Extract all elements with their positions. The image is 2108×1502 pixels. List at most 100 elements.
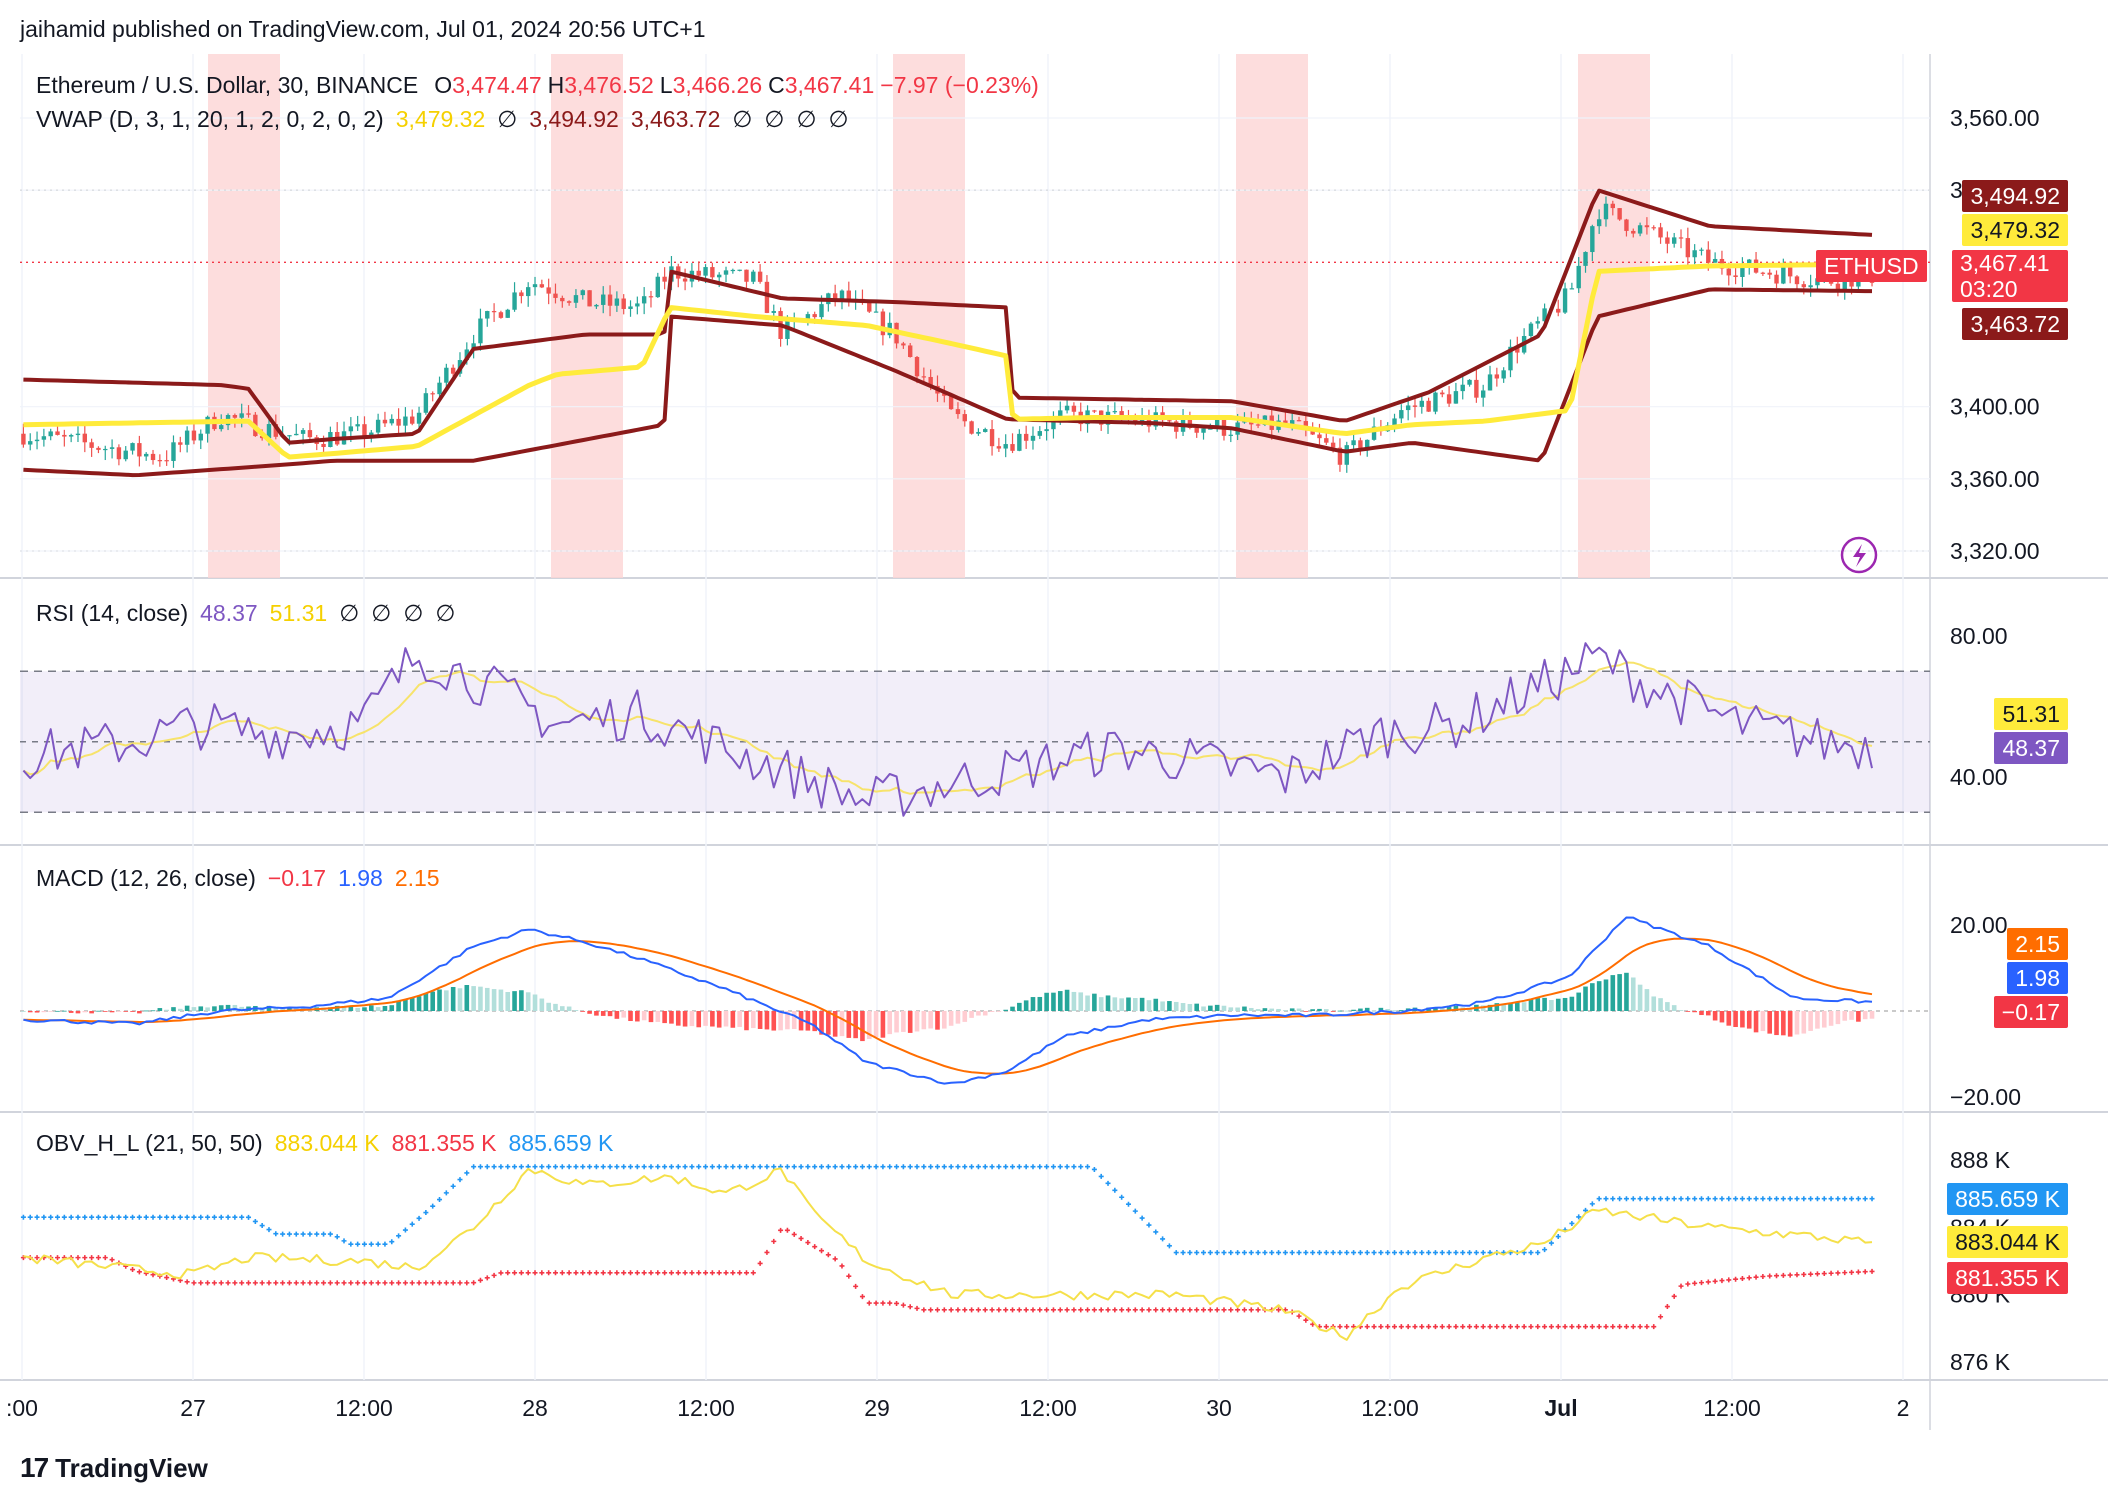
obv-high-marker [1603, 1196, 1609, 1202]
obv-low-marker [587, 1270, 593, 1276]
obv-high-marker [1814, 1196, 1820, 1202]
obv-high-marker [402, 1227, 408, 1233]
macd-hist-bar [935, 1011, 940, 1030]
candle-body [969, 421, 974, 434]
candle-body [594, 304, 599, 307]
macd-hist-bar [143, 1010, 149, 1012]
obv-low-marker [723, 1270, 729, 1276]
obv-low-marker [477, 1277, 483, 1283]
candle-body [1487, 374, 1493, 391]
obv-low-marker [1030, 1307, 1036, 1313]
candle-body [716, 274, 722, 278]
candle-body [287, 435, 292, 437]
candle-body [103, 448, 108, 451]
obv-low-marker [136, 1269, 142, 1275]
obv-low-marker [205, 1280, 211, 1286]
macd-hist-bar [689, 1011, 695, 1027]
candle-body [1474, 379, 1479, 398]
obv-high-marker [89, 1214, 95, 1220]
x-tick-label: 12:00 [1361, 1395, 1419, 1421]
candle-body [1562, 288, 1568, 313]
macd-hist-bar [109, 1011, 115, 1013]
obv-high-marker [1705, 1196, 1711, 1202]
candle-body [587, 290, 592, 307]
candle-body [403, 416, 408, 426]
macd-hist-bar [1644, 989, 1650, 1011]
macd-hist-bar [1746, 1011, 1752, 1029]
obv-tick-label: 876 K [1950, 1349, 2011, 1375]
obv-low-marker [382, 1280, 388, 1286]
obv-low-marker [361, 1280, 367, 1286]
obv-high-marker [1057, 1164, 1063, 1170]
macd-hist-bar [839, 1011, 845, 1037]
obv-high-marker [1596, 1196, 1602, 1202]
candle-body [1017, 433, 1022, 451]
price-tick-label: 3,320.00 [1950, 538, 2040, 564]
obv-low-marker [914, 1305, 920, 1311]
obv-low-marker [348, 1280, 354, 1286]
obv-low-marker [1221, 1307, 1227, 1313]
macd-hist-bar [1289, 1008, 1295, 1011]
macd-hist-bar [675, 1011, 681, 1026]
candle-body [601, 294, 606, 305]
macd-hist-bar [1856, 1011, 1861, 1022]
obv-low-marker [1228, 1307, 1234, 1313]
candle-body [382, 419, 388, 424]
obv-low-marker [1091, 1307, 1097, 1313]
macd-value: 1.98 [338, 865, 383, 891]
obv-high-marker [512, 1164, 518, 1170]
obv-low-marker [1207, 1307, 1213, 1313]
obv-high-marker [539, 1164, 545, 1170]
obv-low-marker [662, 1270, 668, 1276]
candle-body [137, 443, 142, 457]
obv-high-marker [123, 1214, 129, 1220]
obv-high-marker [423, 1210, 429, 1216]
obv-low-marker [457, 1280, 463, 1286]
chart-canvas[interactable]: :00 27 12:00 28 12:00 29 12:00 30 12:00 Jul 12:00 2… [0, 0, 2108, 1502]
macd-hist-bar [1692, 1011, 1697, 1013]
obv-high-marker [211, 1214, 217, 1220]
candle-body [232, 415, 238, 418]
obv-low-marker [423, 1280, 429, 1286]
obv-high-marker [709, 1164, 715, 1170]
macd-hist-bar [573, 1010, 579, 1011]
obv-high-marker [48, 1214, 54, 1220]
obv-high-marker [962, 1164, 968, 1170]
candle-body [1010, 444, 1015, 451]
candle-body [89, 442, 94, 448]
obv-low-marker [130, 1267, 136, 1273]
obv-high-marker [1310, 1250, 1316, 1256]
macd-hist-bar [1194, 1003, 1199, 1011]
obv-high-marker [955, 1164, 961, 1170]
macd-hist-bar [1262, 1008, 1268, 1011]
candle-body [1556, 308, 1561, 313]
obv-high-marker [1473, 1250, 1479, 1256]
macd-hist-bar [1515, 1002, 1520, 1011]
obv-low-marker [757, 1260, 763, 1266]
obv-high-marker [157, 1214, 163, 1220]
obv-low-marker [443, 1280, 449, 1286]
obv-high-marker [307, 1231, 313, 1237]
change-value: −7.97 (−0.23%) [880, 72, 1039, 98]
obv-low-marker [1603, 1324, 1609, 1330]
macd-hist-bar [130, 1011, 135, 1012]
macd-hist-bar [1098, 997, 1104, 1011]
obv-high-marker [894, 1164, 900, 1170]
obv-low-marker [266, 1280, 272, 1286]
obv-low-marker [682, 1270, 688, 1276]
tradingview-brand[interactable]: 17 TradingView [20, 1452, 208, 1484]
session-highlight [1236, 54, 1308, 578]
candle-body [1617, 208, 1622, 220]
obv-high-marker [593, 1164, 599, 1170]
candle-body [703, 267, 708, 276]
obv-high-marker [1207, 1250, 1213, 1256]
obv-high-marker [1432, 1250, 1438, 1256]
candle-body [867, 302, 872, 312]
macd-hist-bar [21, 1011, 26, 1012]
obv-low-marker [1562, 1324, 1568, 1330]
obv-low-marker [982, 1307, 988, 1313]
obv-value: 883.044 K [274, 1130, 380, 1156]
candle-body [1596, 219, 1602, 227]
obv-high-marker [1698, 1196, 1704, 1202]
obv-low-marker [1849, 1269, 1855, 1275]
